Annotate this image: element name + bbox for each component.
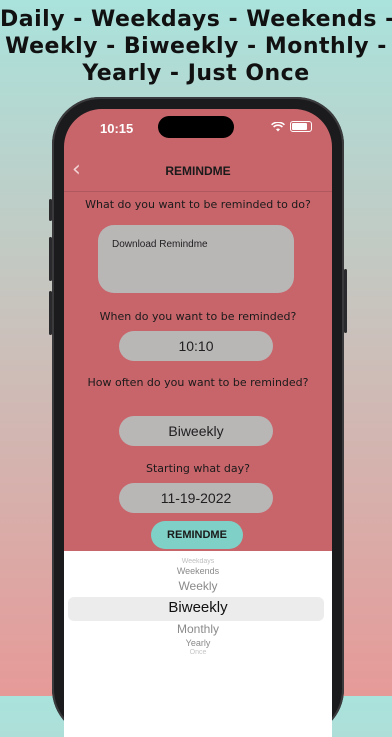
question-start-day: Starting what day? [146, 462, 250, 475]
silent-switch [49, 199, 52, 221]
status-icons [271, 121, 312, 132]
reminder-text-field[interactable]: Download Remindme [98, 225, 294, 293]
phone-frame: 10:15 ‹ REMINDME What do you want to be … [49, 97, 347, 737]
status-bar: 10:15 [64, 109, 332, 153]
navigation-bar: ‹ REMINDME [64, 153, 332, 192]
picker-option-selected[interactable]: Biweekly [64, 599, 332, 616]
frequency-picker[interactable]: Weekdays Weekends Weekly Biweekly Monthl… [64, 551, 332, 737]
battery-icon [290, 121, 312, 132]
nav-title: REMINDME [165, 164, 231, 178]
app-screen: 10:15 ‹ REMINDME What do you want to be … [64, 109, 332, 737]
start-date-field[interactable]: 11-19-2022 [119, 483, 273, 513]
dynamic-island [158, 116, 234, 138]
headline-line-2: Weekly - Biweekly - Monthly - [5, 34, 387, 59]
remindme-button[interactable]: REMINDME [151, 521, 243, 549]
picker-option[interactable]: Weekly [64, 579, 332, 593]
headline-line-1: Daily - Weekdays - Weekends - [0, 7, 392, 32]
frequency-field[interactable]: Biweekly [119, 416, 273, 446]
headline-line-3: Yearly - Just Once [82, 61, 310, 86]
question-when: When do you want to be reminded? [99, 310, 297, 323]
picker-option[interactable]: Weekdays [64, 558, 332, 565]
question-what: What do you want to be reminded to do? [85, 198, 311, 211]
promo-headline: Daily - Weekdays - Weekends - Weekly - B… [0, 6, 392, 87]
question-how-often: How often do you want to be reminded? [87, 376, 309, 389]
volume-down-button [49, 291, 52, 335]
picker-option[interactable]: Once [64, 649, 332, 656]
picker-option[interactable]: Weekends [64, 566, 332, 576]
picker-option[interactable]: Monthly [64, 622, 332, 636]
volume-up-button [49, 237, 52, 281]
status-time: 10:15 [100, 121, 134, 136]
time-field[interactable]: 10:10 [119, 331, 273, 361]
wifi-icon [271, 121, 285, 131]
power-button [344, 269, 347, 333]
picker-option[interactable]: Yearly [64, 638, 332, 648]
